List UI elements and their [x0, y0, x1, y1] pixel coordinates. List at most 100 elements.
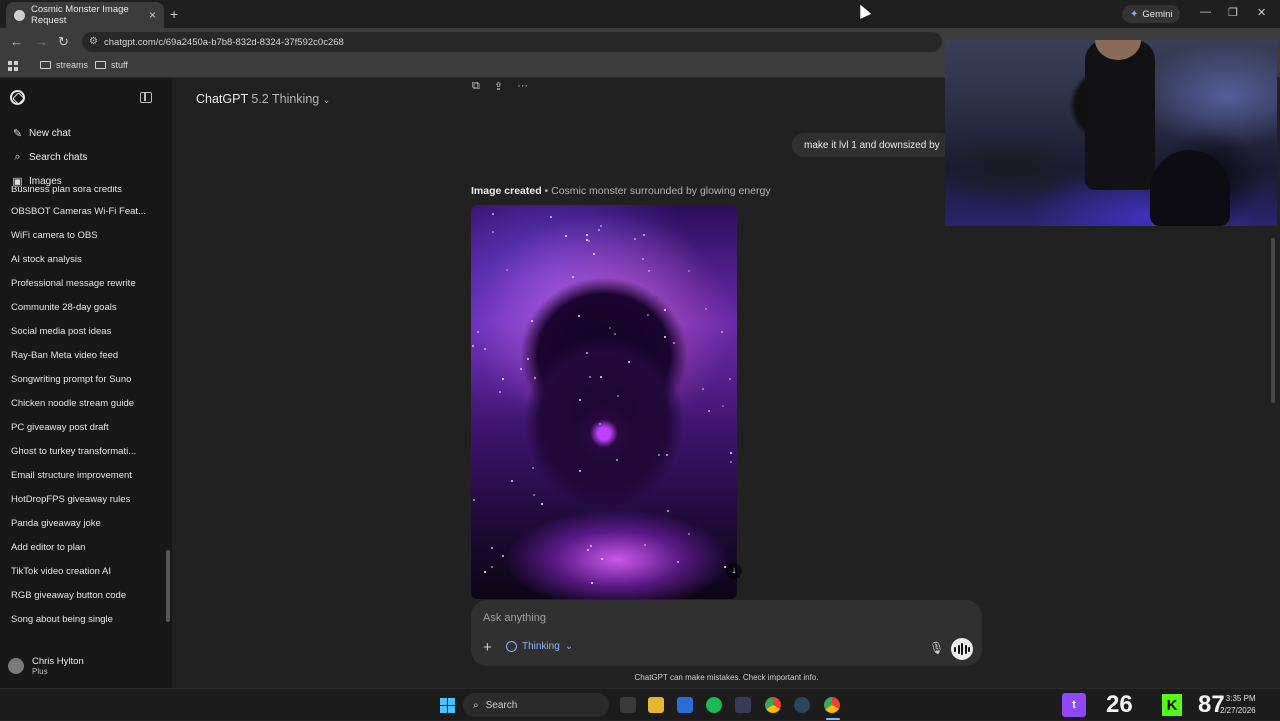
twitch-icon: t — [1062, 693, 1086, 717]
star-dot — [472, 345, 474, 347]
chatgpt-favicon-icon — [14, 9, 25, 21]
maximize-button[interactable]: ❐ — [1228, 6, 1238, 19]
bookmark-folder-streams[interactable]: streams — [40, 60, 88, 70]
search-icon: ⌕ — [473, 699, 479, 711]
history-item[interactable]: Chicken noodle stream guide — [0, 392, 172, 416]
streamer-figure — [1085, 40, 1155, 190]
star-dot — [666, 454, 668, 456]
history-item[interactable]: TikTok video creation AI — [0, 560, 172, 584]
more-options-icon[interactable]: ··· — [517, 80, 528, 93]
history-item[interactable]: Add editor to plan — [0, 536, 172, 560]
star-dot — [729, 378, 731, 380]
star-dot — [598, 229, 600, 231]
star-dot — [499, 391, 501, 393]
history-item[interactable]: Business plan sora credits — [0, 186, 172, 200]
message-input[interactable] — [483, 609, 903, 627]
openai-logo-icon[interactable] — [10, 90, 25, 105]
thinking-label: Thinking — [522, 641, 560, 652]
star-dot — [702, 388, 704, 390]
history-item[interactable]: Song about being single — [0, 608, 172, 626]
history-item[interactable]: Ray-Ban Meta video feed — [0, 344, 172, 368]
history-item[interactable]: Ghost to turkey transformati... — [0, 440, 172, 464]
history-item[interactable]: Professional message rewrite — [0, 272, 172, 296]
microphone-icon[interactable]: 🎙 — [929, 641, 944, 655]
star-dot — [531, 320, 533, 322]
star-dot — [492, 231, 494, 233]
image-caption-status: Image created — [471, 185, 542, 197]
star-dot — [565, 235, 567, 237]
twitch-viewer-count: 26 — [1106, 691, 1133, 718]
reload-icon[interactable]: ↻ — [58, 34, 69, 50]
close-window-button[interactable]: ✕ — [1257, 6, 1266, 19]
new-tab-button[interactable]: + — [170, 6, 178, 22]
star-dot — [667, 510, 669, 512]
star-dot — [572, 276, 574, 278]
gemini-button[interactable]: ✦ Gemini — [1122, 5, 1181, 23]
history-item[interactable]: Communite 28-day goals — [0, 296, 172, 320]
site-info-icon[interactable]: ⚙ — [89, 36, 98, 47]
star-dot — [502, 555, 504, 557]
folder-icon — [40, 61, 51, 69]
download-icon[interactable]: ↓ — [726, 563, 742, 579]
star-dot — [617, 395, 619, 397]
user-account-button[interactable]: Chris Hylton Plus — [8, 656, 84, 676]
history-item[interactable]: AI stock analysis — [0, 248, 172, 272]
chrome-icon[interactable] — [765, 697, 781, 713]
star-dot — [541, 503, 543, 505]
star-dot — [673, 342, 675, 344]
thinking-mode-button[interactable]: Thinking ⌄ — [506, 641, 573, 652]
sidebar-item-new-chat[interactable]: ✎ New chat — [12, 127, 71, 140]
generated-image[interactable] — [471, 205, 737, 599]
webcam-overlay — [945, 40, 1277, 226]
chrome-active-icon[interactable] — [824, 697, 840, 713]
chat-sidebar: ✎ New chat ⌕ Search chats ▣ Images Busin… — [0, 78, 172, 688]
star-dot — [586, 239, 588, 241]
add-attachment-icon[interactable]: + — [483, 640, 492, 656]
model-selector[interactable]: ChatGPT 5.2 Thinking ⌄ — [196, 92, 330, 106]
tab-close-icon[interactable]: × — [149, 8, 156, 22]
model-name: ChatGPT — [196, 92, 248, 106]
minimize-button[interactable]: — — [1200, 6, 1211, 18]
history-item[interactable]: Songwriting prompt for Suno — [0, 368, 172, 392]
share-icon[interactable]: ⇪ — [494, 80, 503, 93]
spotify-icon[interactable] — [706, 697, 722, 713]
bookmark-folder-stuff[interactable]: stuff — [95, 60, 128, 70]
star-dot — [601, 558, 603, 560]
model-version: 5.2 Thinking — [251, 92, 320, 106]
history-item[interactable]: Panda giveaway joke — [0, 512, 172, 536]
taskbar-search[interactable]: ⌕ Search — [463, 693, 609, 717]
history-item[interactable]: Social media post ideas — [0, 320, 172, 344]
task-view-icon[interactable] — [620, 697, 636, 713]
star-dot — [591, 582, 593, 584]
star-dot — [614, 333, 616, 335]
browser-tab-active[interactable]: Cosmic Monster Image Request × — [6, 2, 164, 28]
sidebar-item-search-chats[interactable]: ⌕ Search chats — [12, 151, 87, 164]
back-arrow-icon[interactable]: ← — [10, 34, 23, 49]
history-item[interactable]: HotDropFPS giveaway rules — [0, 488, 172, 512]
history-item[interactable]: OBSBOT Cameras Wi-Fi Feat... — [0, 200, 172, 224]
voice-mode-button[interactable] — [951, 638, 973, 660]
file-explorer-icon[interactable] — [648, 697, 664, 713]
star-dot — [578, 315, 580, 317]
history-item[interactable]: PC giveaway post draft — [0, 416, 172, 440]
sidebar-toggle-icon[interactable] — [140, 92, 152, 103]
windows-start-icon[interactable] — [440, 698, 455, 713]
url-field[interactable]: ⚙ chatgpt.com/c/69a2450a-b7b8-832d-8324-… — [82, 32, 942, 52]
steam-icon[interactable] — [794, 697, 810, 713]
history-item[interactable]: Email structure improvement — [0, 464, 172, 488]
system-clock[interactable]: 3:35 PM 2/27/2026 — [1220, 693, 1256, 717]
copy-icon[interactable]: ⧉ — [472, 80, 480, 93]
apps-grid-icon[interactable] — [8, 61, 18, 71]
sidebar-item-label: New chat — [29, 128, 71, 139]
forward-arrow-icon[interactable]: → — [35, 34, 48, 49]
star-dot — [532, 467, 534, 469]
hud-fx-icon[interactable] — [735, 697, 751, 713]
star-dot — [730, 452, 732, 454]
history-item[interactable]: RGB giveaway button code — [0, 584, 172, 608]
notepad-icon[interactable] — [677, 697, 693, 713]
star-dot — [550, 216, 552, 218]
sidebar-scrollbar[interactable] — [166, 550, 170, 622]
history-item[interactable]: WiFi camera to OBS — [0, 224, 172, 248]
star-dot — [484, 571, 486, 573]
main-scrollbar[interactable] — [1271, 238, 1275, 403]
